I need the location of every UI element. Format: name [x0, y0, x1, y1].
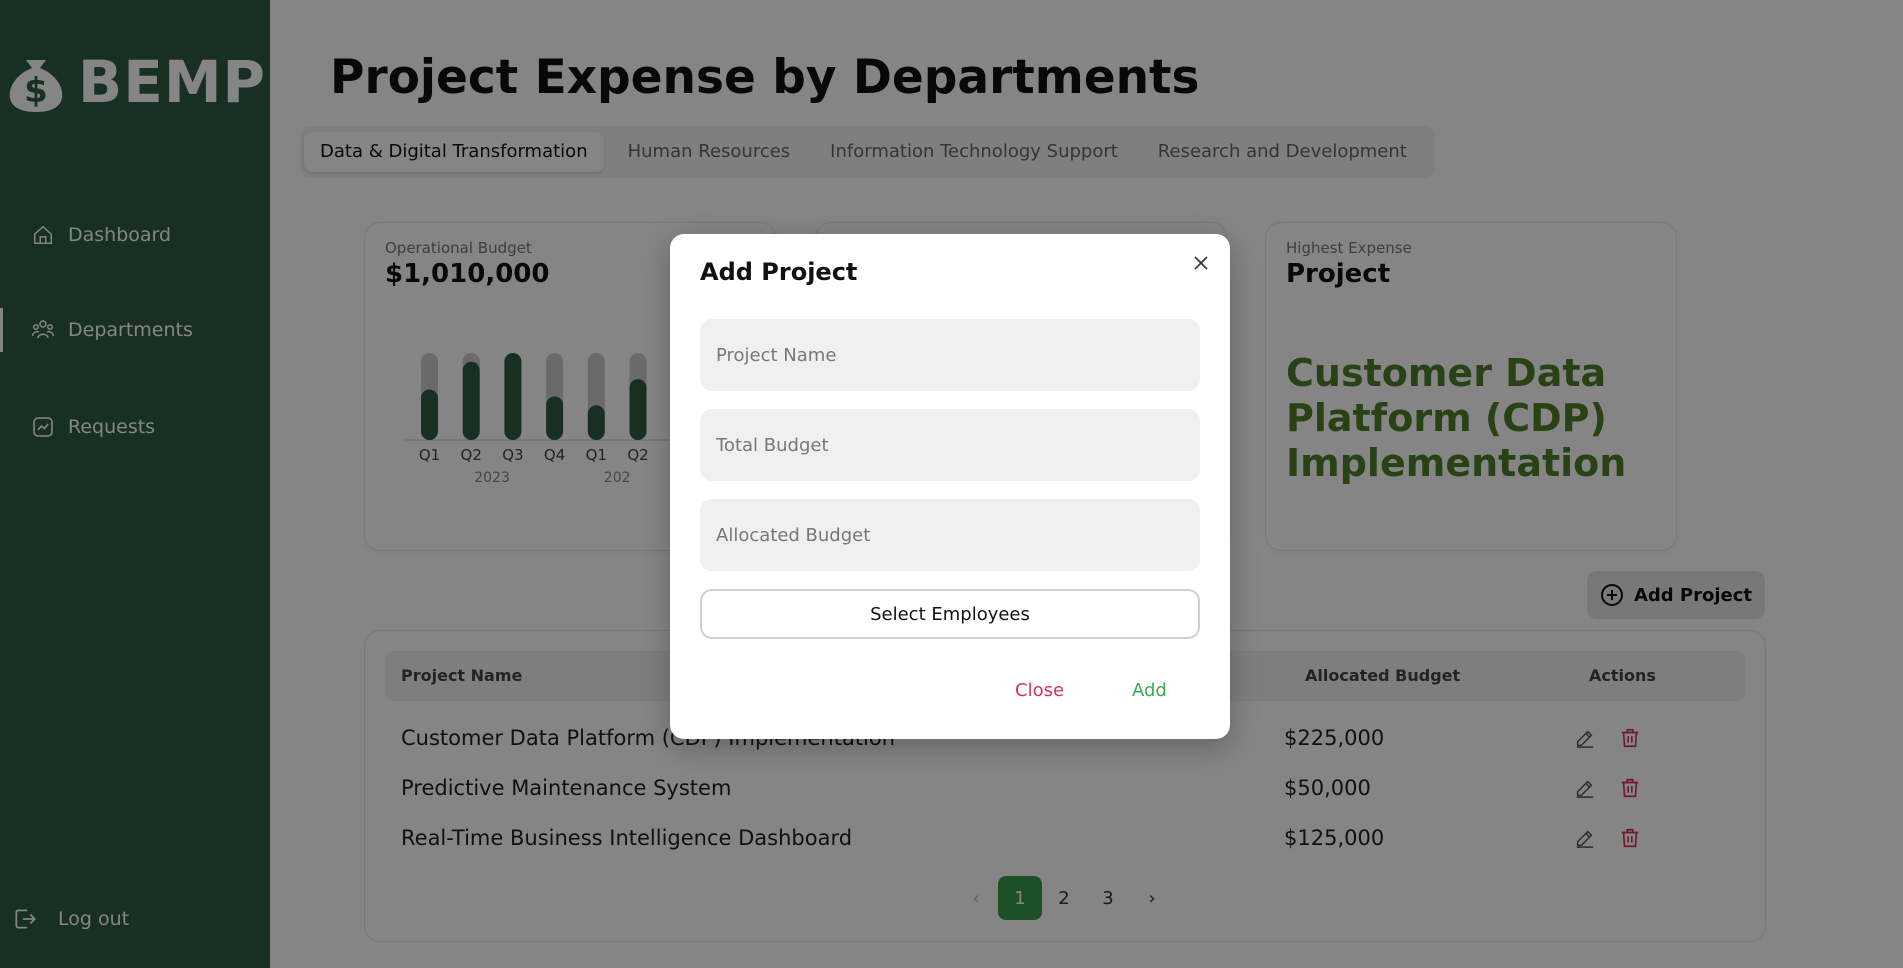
project-name-input[interactable]	[700, 319, 1200, 391]
total-budget-input[interactable]	[700, 409, 1200, 481]
close-icon[interactable]	[1188, 250, 1214, 276]
allocated-budget-input[interactable]	[700, 499, 1200, 571]
select-employees-button[interactable]: Select Employees	[700, 589, 1200, 639]
close-button[interactable]: Close	[1015, 680, 1064, 701]
modal-title: Add Project	[700, 258, 858, 286]
add-project-modal: Add Project Select Employees Close Add	[670, 234, 1230, 739]
add-button[interactable]: Add	[1132, 680, 1167, 701]
